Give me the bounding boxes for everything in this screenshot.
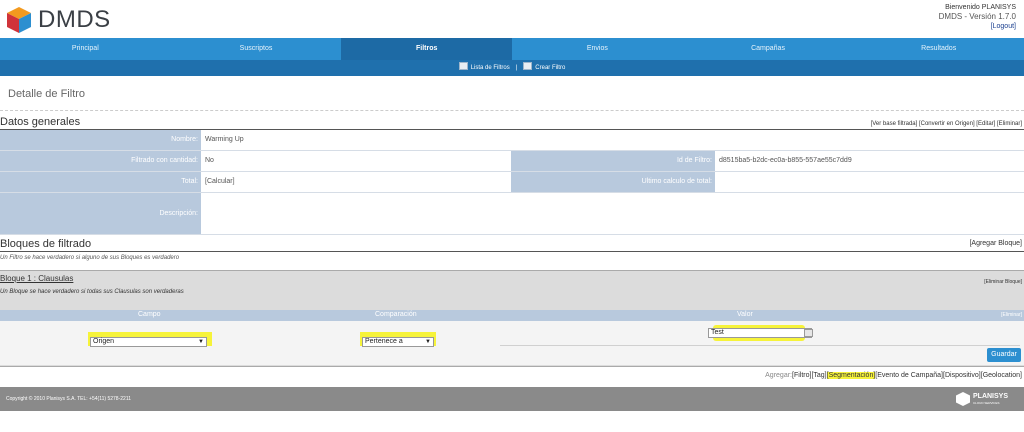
descripcion-label: Descripción: [0, 193, 201, 234]
planisys-hex-icon [956, 392, 970, 406]
ultimo-calculo-label: Ultimo calculo de total: [511, 172, 715, 192]
nombre-label: Nombre: [0, 130, 201, 150]
campo-select-value: Origen [93, 338, 115, 345]
bloque-1-title: Bloque 1 : Clausulas [0, 274, 74, 283]
dropdown-arrow-icon: ▼ [198, 339, 204, 345]
agregar-links: Agregar:[Filtro][Tag][Segmentación][Even… [765, 372, 1022, 379]
agregar-filtro-link[interactable]: [Filtro] [792, 372, 811, 379]
agregar-dispositivo-link[interactable]: [Dispositivo] [943, 372, 981, 379]
bloques-title: Bloques de filtrado [0, 238, 92, 250]
col-valor: Valor [737, 311, 753, 318]
planisys-logo: PLANISYS CLOUD SERVICES [956, 392, 1016, 406]
nav-item-filtros[interactable]: Filtros [341, 38, 513, 60]
create-icon [523, 62, 533, 70]
col-comparacion: Comparación [375, 311, 417, 318]
lista-filtros-link[interactable]: Lista de Filtros [471, 65, 510, 71]
valor-divider [500, 345, 1020, 346]
bloque-1-panel: Bloque 1 : Clausulas [Eliminar Bloque] U… [0, 270, 1024, 367]
page-title: Detalle de Filtro [8, 88, 86, 100]
agregar-tag-link[interactable]: [Tag] [811, 372, 826, 379]
eliminar-bloque-link[interactable]: [Eliminar Bloque] [984, 279, 1022, 285]
comparacion-select[interactable]: Pertenece a ▼ [362, 337, 434, 347]
valor-picker-icon[interactable] [804, 329, 813, 337]
logout-link[interactable]: [Logout] [991, 23, 1016, 30]
calcular-link[interactable]: [Calcular] [201, 172, 511, 192]
version-text: DMDS - Versión 1.7.0 [938, 12, 1016, 21]
user-info: Bienvenido PLANISYS DMDS - Versión 1.7.0… [939, 3, 1016, 31]
clausula-row: Origen ▼ Pertenece a ▼ Test Guardar [0, 321, 1024, 365]
welcome-text: Bienvenido PLANISYS [945, 4, 1016, 11]
cantidad-label: Filtrado con cantidad: [0, 151, 201, 171]
agregar-bloque-link[interactable]: [Agregar Bloque] [969, 240, 1022, 247]
brand-name: DMDS [38, 6, 111, 33]
planisys-logo-subtext: CLOUD SERVICES [973, 401, 1000, 405]
nombre-value: Warming Up [205, 136, 244, 143]
subnav-separator: | [515, 65, 518, 71]
nav-item-envios[interactable]: Envios [512, 38, 683, 60]
dmds-cube-logo-icon [7, 7, 31, 33]
footer: Copyright © 2010 Planisys S.A. TEL: +54(… [0, 387, 1024, 411]
title-divider [0, 110, 1024, 111]
agregar-geolocation-link[interactable]: [Geolocation] [981, 372, 1022, 379]
agregar-evento-link[interactable]: [Evento de Campaña] [875, 372, 943, 379]
nav-item-suscriptos[interactable]: Suscriptos [171, 38, 342, 60]
nav-item-principal[interactable]: Principal [0, 38, 171, 60]
id-filtro-value: d8515ba5-b2dc-ec0a-b855-557ae55c7dd9 [719, 157, 852, 164]
descripcion-value [201, 193, 1024, 234]
ultimo-calculo-value [715, 172, 1024, 192]
crear-filtro-link[interactable]: Crear Filtro [535, 65, 565, 71]
eliminar-clausula-link[interactable]: [Eliminar] [1001, 312, 1022, 318]
dropdown-arrow-icon: ▼ [425, 339, 431, 345]
app-header: DMDS Bienvenido PLANISYS DMDS - Versión … [0, 0, 1024, 38]
list-icon [458, 62, 468, 70]
comparacion-select-value: Pertenece a [365, 338, 403, 345]
valor-input[interactable]: Test [708, 328, 812, 338]
id-filtro-label: Id de Filtro: [511, 151, 715, 171]
bloques-description: Un Filtro se hace verdadero si alguno de… [0, 255, 180, 261]
nav-item-resultados[interactable]: Resultados [853, 38, 1024, 60]
col-campo: Campo [138, 311, 161, 318]
row-divider [0, 234, 1024, 235]
total-label: Total: [0, 172, 201, 192]
cantidad-value: No [205, 157, 214, 164]
main-nav: Principal Suscriptos Filtros Envios Camp… [0, 38, 1024, 60]
guardar-button[interactable]: Guardar [987, 348, 1021, 362]
copyright-text: Copyright © 2010 Planisys S.A. TEL: +54(… [6, 396, 132, 402]
agregar-label: Agregar: [765, 372, 792, 379]
agregar-segmentacion-link[interactable]: [Segmentación] [826, 372, 876, 379]
datos-actions[interactable]: [Ver base filtrada] [Convertir en Origen… [871, 121, 1022, 127]
campo-select[interactable]: Origen ▼ [90, 337, 207, 347]
datos-generales-title: Datos generales [0, 116, 81, 128]
clausulas-header: Campo Comparación Valor [Eliminar] [0, 310, 1024, 321]
sub-nav: Lista de Filtros | Crear Filtro [0, 60, 1024, 76]
planisys-logo-text: PLANISYS [973, 393, 1009, 400]
nav-item-campanas[interactable]: Campañas [683, 38, 854, 60]
section-underline [0, 251, 1024, 252]
bloque-1-description: Un Bloque se hace verdadero si todas sus… [0, 289, 184, 295]
